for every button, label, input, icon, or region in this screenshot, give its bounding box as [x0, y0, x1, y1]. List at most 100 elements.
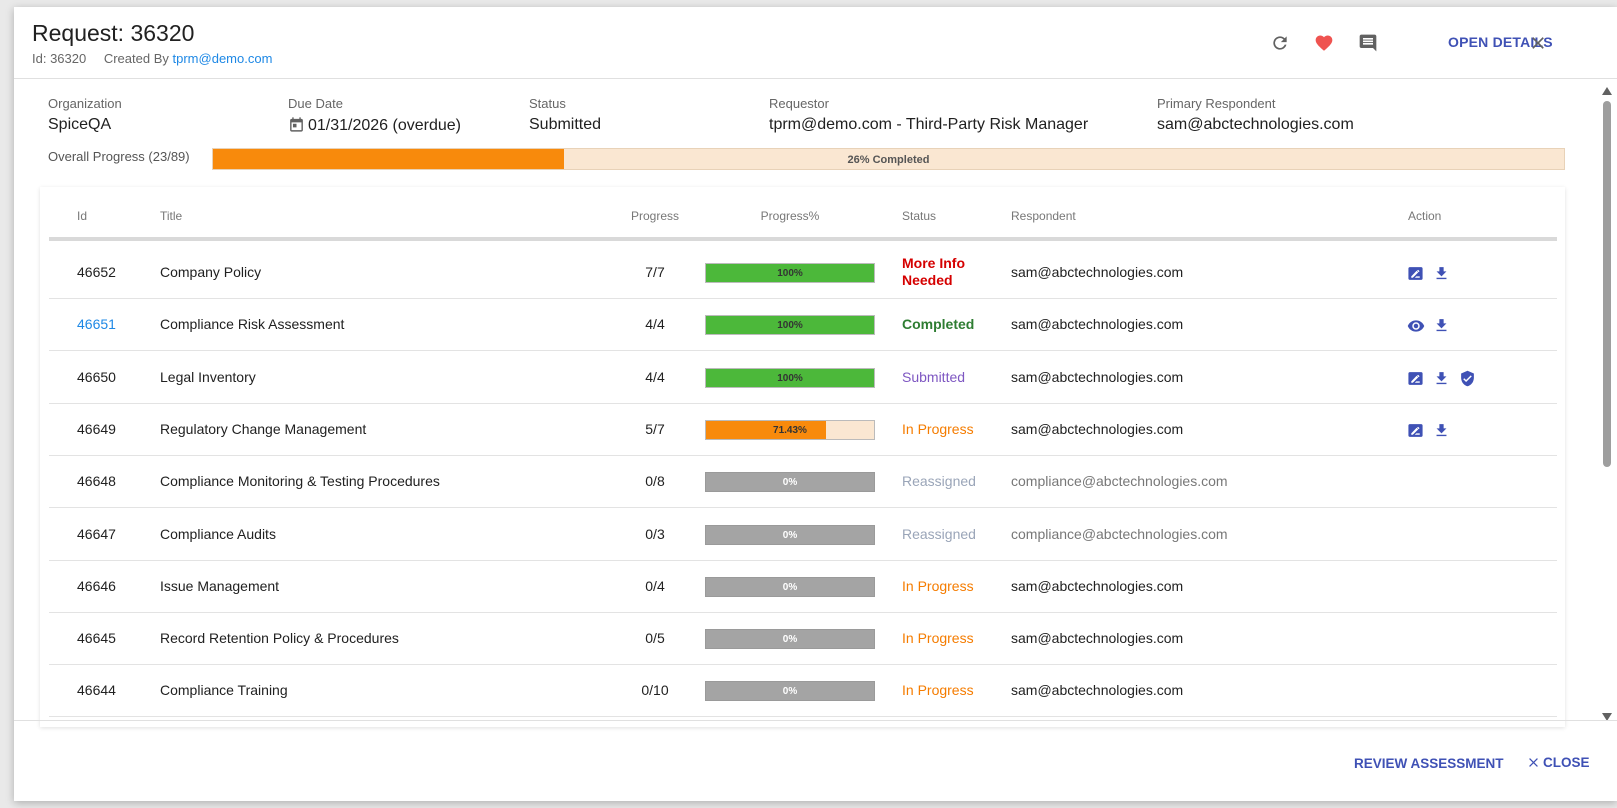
header-respondent[interactable]: Respondent: [1011, 209, 1076, 223]
heart-icon[interactable]: [1314, 33, 1334, 53]
row-respondent: sam@abctechnologies.com: [1011, 264, 1184, 280]
dialog-title: Request: 36320: [32, 20, 195, 46]
row-progress-bar: 0%: [705, 472, 875, 493]
row-status-line1: More Info: [902, 255, 965, 271]
comment-icon[interactable]: [1358, 33, 1378, 53]
download-icon[interactable]: [1433, 370, 1451, 388]
row-id: 46649: [77, 420, 116, 437]
scroll-thumb[interactable]: [1603, 101, 1611, 467]
close-icon[interactable]: [1528, 33, 1548, 53]
row-id: 46645: [77, 630, 116, 647]
table-row[interactable]: 46649 Regulatory Change Management 5/7 71.4…: [49, 402, 1557, 456]
row-title: Issue Management: [160, 577, 280, 594]
primary-respondent-label: Primary Respondent: [1157, 96, 1276, 111]
header-title[interactable]: Title: [160, 209, 182, 223]
header-id[interactable]: Id: [77, 209, 87, 223]
organization-label: Organization: [48, 96, 122, 111]
overall-progress-text: 26% Completed: [847, 154, 930, 166]
created-by-link[interactable]: tprm@demo.com: [173, 51, 273, 66]
row-progress: 5/7: [645, 420, 665, 437]
table-row[interactable]: 46644 Compliance Training 0/10 0% In Progres…: [49, 663, 1557, 718]
row-status-line1: In Progress: [902, 577, 974, 594]
table-row[interactable]: 46648 Compliance Monitoring & Testing Pro…: [49, 454, 1557, 509]
requests-table: Id Title Progress Progress% Status Respo…: [40, 187, 1565, 727]
download-icon[interactable]: [1433, 265, 1451, 283]
status-label: Status: [529, 96, 566, 111]
requestor-field: Requestor tprm@demo.com - Third-Party Ri…: [769, 96, 1088, 134]
close-button[interactable]: CLOSE: [1526, 755, 1590, 770]
header-progress[interactable]: Progress: [623, 209, 687, 223]
row-id: 46648: [77, 473, 116, 490]
row-id[interactable]: 46651: [77, 316, 116, 332]
row-status: In Progress: [902, 630, 974, 646]
download-icon[interactable]: [1433, 317, 1451, 335]
vertical-scrollbar[interactable]: [1599, 87, 1615, 727]
row-progress: 4/4: [645, 316, 665, 333]
row-id: 46652: [77, 264, 116, 280]
table-row[interactable]: 46646 Issue Management 0/4 0% In Progress sam…: [49, 559, 1557, 613]
scroll-up-icon: [1602, 87, 1612, 95]
row-progress-bar: 100%: [705, 315, 875, 336]
edit-note-icon[interactable]: [1407, 422, 1425, 440]
dialog-header: Request: 36320 Id: 36320 Created By tprm…: [14, 7, 1617, 79]
row-title: Legal Inventory: [160, 368, 256, 385]
close-icon: [1529, 758, 1538, 767]
request-id-text: Id: 36320: [32, 51, 87, 66]
overall-progress-label: Overall Progress (23/89): [48, 149, 190, 164]
header-status[interactable]: Status: [902, 209, 936, 223]
review-assessment-button[interactable]: REVIEW ASSESSMENT: [1354, 756, 1504, 771]
due-date-value-wrap: 01/31/2026 (overdue): [288, 116, 461, 138]
table-row[interactable]: 46652 Company Policy 7/7 100% More Info Neede…: [49, 245, 1557, 299]
row-progress: 4/4: [645, 368, 665, 385]
row-status-line1: In Progress: [902, 420, 974, 437]
edit-note-icon[interactable]: [1407, 370, 1425, 388]
table-row[interactable]: 46645 Record Retention Policy & Procedure…: [49, 611, 1557, 666]
table-row[interactable]: 46647 Compliance Audits 0/3 0% Reassigned com…: [49, 507, 1557, 561]
row-progress-percent: 0%: [782, 634, 798, 646]
row-respondent: sam@abctechnologies.com: [1011, 316, 1184, 333]
row-status: In Progress: [902, 421, 974, 437]
organization-value: SpiceQA: [48, 116, 112, 133]
row-respondent: sam@abctechnologies.com: [1011, 630, 1184, 647]
due-date-value: 01/31/2026 (overdue): [308, 117, 461, 134]
due-date-field: Due Date 01/31/2026 (overdue): [288, 96, 461, 138]
row-progress-percent: 0%: [782, 477, 798, 489]
row-status: Submitted: [902, 369, 965, 385]
table-row[interactable]: 46651 Compliance Risk Assessment 4/4 100% Co…: [49, 297, 1557, 352]
row-id: 46644: [77, 682, 116, 699]
row-status-line1: In Progress: [902, 630, 974, 647]
download-icon[interactable]: [1433, 422, 1451, 440]
overall-progress-bar: 26% Completed: [212, 148, 1565, 170]
eye-icon[interactable]: [1407, 317, 1425, 335]
row-respondent: sam@abctechnologies.com: [1011, 577, 1184, 594]
row-title: Record Retention Policy & Procedures: [160, 630, 399, 647]
table-row[interactable]: 46650 Legal Inventory 4/4 100% Submitted sam@…: [49, 350, 1557, 404]
edit-note-icon[interactable]: [1407, 265, 1425, 283]
close-button-label: CLOSE: [1543, 755, 1590, 770]
shield-check-icon[interactable]: [1459, 370, 1477, 388]
request-dialog: Request: 36320 Id: 36320 Created By tprm…: [14, 7, 1617, 801]
row-progress-bar: 100%: [705, 263, 875, 283]
dialog-subtitle: Id: 36320 Created By tprm@demo.com: [32, 51, 272, 66]
row-status: In Progress: [902, 578, 974, 594]
row-progress: 7/7: [645, 264, 665, 280]
row-progress-bar: 0%: [705, 524, 875, 545]
row-progress: 0/5: [645, 630, 665, 647]
organization-field: Organization SpiceQA: [48, 96, 122, 134]
row-progress-bar: 0%: [705, 629, 875, 650]
row-status-line1: Reassigned: [902, 473, 976, 490]
row-progress-percent: 0%: [782, 529, 798, 541]
due-date-label: Due Date: [288, 96, 343, 111]
row-progress-bar: 0%: [705, 681, 875, 702]
refresh-icon[interactable]: [1270, 33, 1290, 53]
row-status-line1: In Progress: [902, 682, 974, 699]
row-title: Compliance Risk Assessment: [160, 316, 345, 333]
row-status-line1: Submitted: [902, 368, 966, 385]
status-field: Status Submitted: [529, 96, 601, 134]
row-title: Compliance Audits: [160, 525, 276, 542]
created-by-prefix: Created By: [103, 51, 169, 66]
table-header: Id Title Progress Progress% Status Respo…: [49, 187, 1557, 241]
header-progress-percent[interactable]: Progress%: [705, 209, 875, 223]
requestor-label: Requestor: [769, 96, 829, 111]
primary-respondent-field: Primary Respondent sam@abctechnologies.c…: [1157, 96, 1354, 134]
